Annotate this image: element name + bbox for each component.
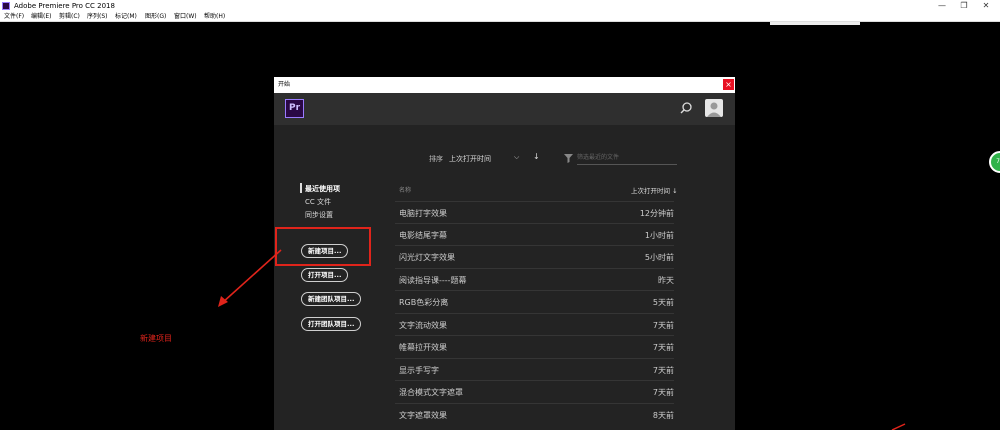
row-time: 8天前	[652, 411, 674, 420]
row-name: 电脑打字效果	[399, 209, 447, 218]
menu-bar: 文件(F) 编辑(E) 剪辑(C) 序列(S) 标记(M) 图形(G) 窗口(W…	[0, 12, 1000, 22]
sort-desc-icon: ↓	[672, 187, 678, 195]
row-time: 7天前	[652, 388, 674, 397]
sidebar-item-recent[interactable]: 最近使用项	[305, 184, 340, 194]
filter-input[interactable]	[577, 151, 677, 165]
row-name: 闪光灯文字效果	[399, 253, 455, 262]
table-row[interactable]: 文字流动效果 7天前	[395, 313, 674, 335]
dialog-header: Pr	[274, 93, 735, 125]
sidebar-item-sync[interactable]: 同步设置	[305, 210, 333, 220]
menu-clip[interactable]: 剪辑(C)	[59, 12, 80, 22]
menu-help[interactable]: 帮助(H)	[204, 12, 225, 22]
row-name: 混合模式文字遮罩	[399, 388, 463, 397]
table-row[interactable]: 闪光灯文字效果 5小时前	[395, 245, 674, 267]
row-time: 昨天	[658, 276, 674, 285]
premiere-app-icon	[2, 2, 10, 10]
filter-icon	[564, 154, 573, 163]
menu-marker[interactable]: 标记(M)	[115, 12, 137, 22]
annotation-highlight-box	[275, 227, 371, 266]
row-time: 5小时前	[644, 253, 674, 262]
row-name: 显示手写字	[399, 366, 439, 375]
column-header-time[interactable]: 上次打开时间 ↓	[631, 185, 678, 195]
user-avatar[interactable]	[705, 99, 723, 117]
annotation-label: 新建项目	[140, 334, 172, 343]
column-header-name[interactable]: 名称	[399, 185, 411, 194]
close-window-button[interactable]: ✕	[976, 0, 996, 12]
menu-graphics[interactable]: 图形(G)	[145, 12, 166, 22]
menu-edit[interactable]: 编辑(E)	[31, 12, 51, 22]
user-icon	[707, 102, 721, 117]
new-team-project-button[interactable]: 新建团队项目...	[301, 292, 362, 306]
table-row[interactable]: 帷幕拉开效果 7天前	[395, 335, 674, 357]
sort-direction-icon[interactable]: ↓	[533, 152, 540, 161]
minimize-button[interactable]: —	[932, 0, 952, 12]
menu-sequence[interactable]: 序列(S)	[87, 12, 108, 22]
column-header-time-label: 上次打开时间	[631, 187, 670, 195]
row-time: 1小时前	[644, 231, 674, 240]
table-row[interactable]: 混合模式文字遮罩 7天前	[395, 380, 674, 402]
row-time: 7天前	[652, 343, 674, 352]
chevron-down-icon[interactable]: ⌵	[514, 153, 519, 162]
row-name: 文字流动效果	[399, 321, 447, 330]
table-row[interactable]: 阅读指导课----题幕 昨天	[395, 268, 674, 290]
table-row[interactable]: 电脑打字效果 12分钟前	[395, 201, 674, 223]
row-time: 7天前	[652, 321, 674, 330]
sort-dropdown[interactable]: 上次打开时间	[449, 154, 491, 164]
sidebar-item-cc-files[interactable]: CC 文件	[305, 197, 331, 207]
table-row[interactable]: RGB色彩分离 5天前	[395, 290, 674, 312]
row-time: 5天前	[652, 298, 674, 307]
row-name: RGB色彩分离	[399, 298, 449, 307]
menu-file[interactable]: 文件(F)	[4, 12, 24, 22]
title-bar: Adobe Premiere Pro CC 2018 — ❐ ✕	[0, 0, 1000, 12]
row-name: 电影结尾字幕	[399, 231, 447, 240]
search-icon[interactable]	[678, 100, 694, 116]
window-title: Adobe Premiere Pro CC 2018	[14, 2, 115, 10]
table-row[interactable]: 电影结尾字幕 1小时前	[395, 223, 674, 245]
floating-panel-edge	[770, 22, 860, 25]
row-time: 12分钟前	[639, 209, 674, 218]
open-project-button[interactable]: 打开项目...	[301, 268, 349, 282]
table-row[interactable]: 文字遮罩效果 8天前	[395, 403, 674, 425]
row-name: 帷幕拉开效果	[399, 343, 447, 352]
active-indicator	[300, 183, 302, 193]
row-name: 文字遮罩效果	[399, 411, 447, 420]
premiere-logo: Pr	[285, 99, 304, 118]
floating-assistant-button[interactable]: 70	[989, 151, 1000, 173]
menu-window[interactable]: 窗口(W)	[174, 12, 197, 22]
row-time: 7天前	[652, 366, 674, 375]
open-team-project-button[interactable]: 打开团队项目...	[301, 317, 362, 331]
maximize-button[interactable]: ❐	[954, 0, 974, 12]
sort-label: 排序	[429, 155, 443, 163]
dialog-close-button[interactable]: ×	[723, 79, 734, 90]
table-row[interactable]: 显示手写字 7天前	[395, 358, 674, 380]
dialog-title: 开始	[274, 77, 735, 93]
row-name: 阅读指导课----题幕	[399, 276, 467, 285]
